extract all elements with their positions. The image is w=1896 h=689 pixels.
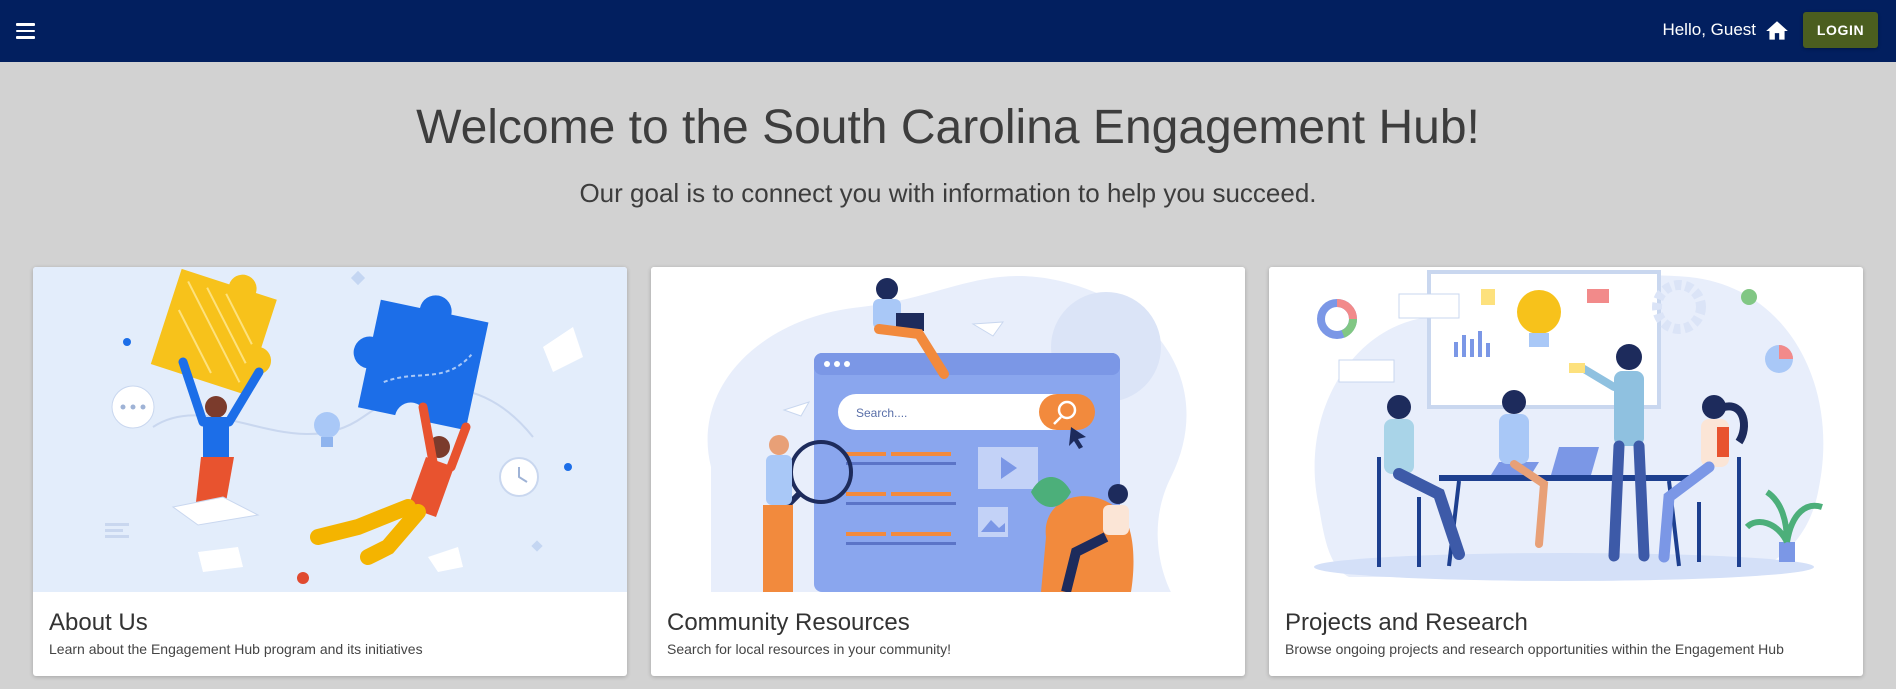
card-title: About Us xyxy=(49,609,148,636)
card-title: Projects and Research xyxy=(1285,609,1528,636)
home-icon[interactable] xyxy=(1764,18,1790,44)
card-community-resources[interactable]: Search.... Community Resources Search fo… xyxy=(651,267,1245,676)
login-button[interactable]: LOGIN xyxy=(1803,12,1878,48)
card-projects-and-research[interactable]: Projects and Research Browse ongoing pro… xyxy=(1269,267,1863,676)
top-app-bar: Hello, Guest LOGIN xyxy=(0,0,1896,62)
menu-icon[interactable] xyxy=(16,18,42,44)
user-greeting: Hello, Guest xyxy=(1662,20,1756,39)
card-description: Learn about the Engagement Hub program a… xyxy=(49,641,423,657)
card-description: Search for local resources in your commu… xyxy=(667,641,951,657)
card-title: Community Resources xyxy=(667,609,910,636)
team-meeting-illustration xyxy=(1269,267,1863,592)
card-description: Browse ongoing projects and research opp… xyxy=(1285,641,1784,657)
search-browser-illustration: Search.... xyxy=(651,267,1245,592)
page-subtitle: Our goal is to connect you with informat… xyxy=(579,178,1317,208)
page-title: Welcome to the South Carolina Engagement… xyxy=(416,101,1480,154)
puzzle-people-illustration xyxy=(33,267,627,592)
illustration-search-placeholder: Search.... xyxy=(856,406,907,420)
card-about-us[interactable]: About Us Learn about the Engagement Hub … xyxy=(33,267,627,676)
